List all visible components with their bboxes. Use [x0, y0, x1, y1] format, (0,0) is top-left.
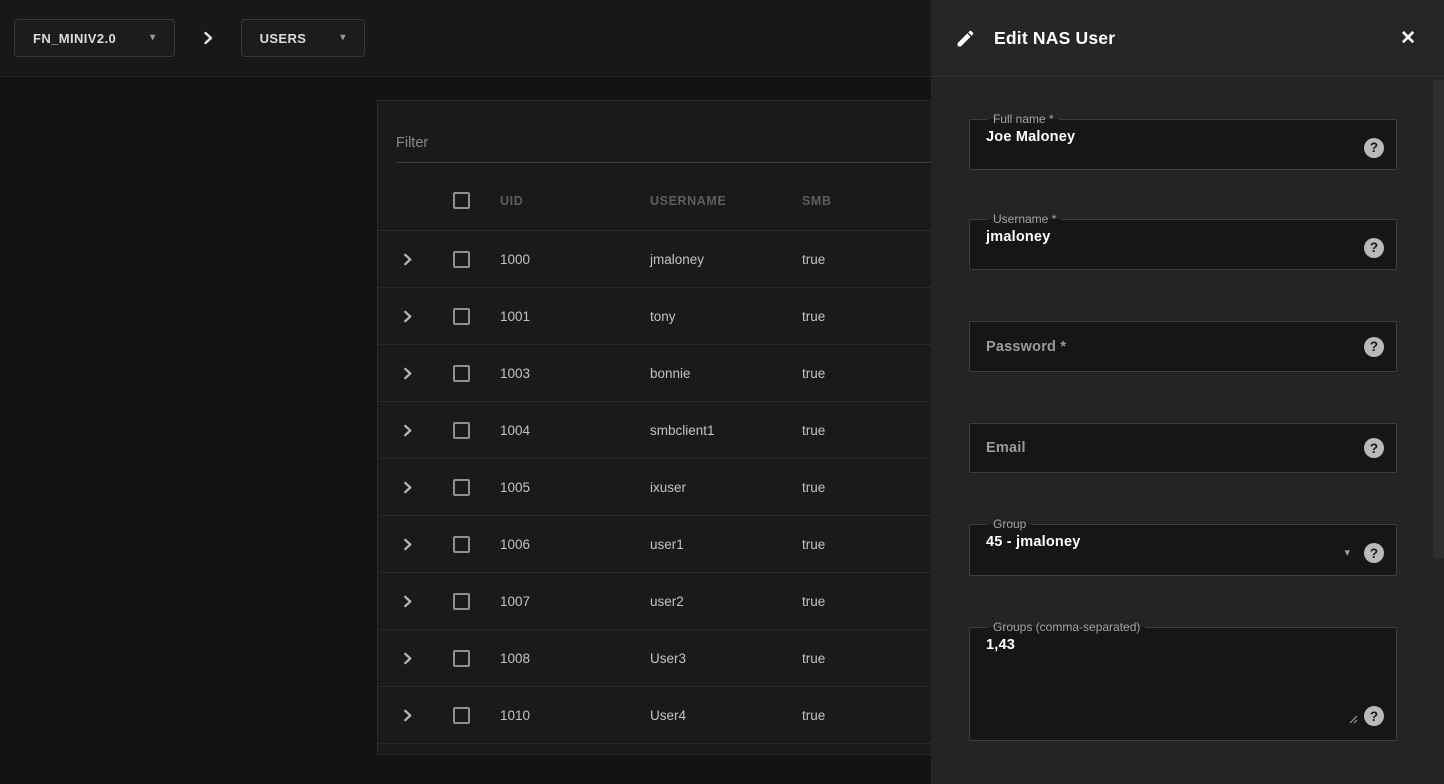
column-header-uid[interactable]: UID: [486, 194, 650, 208]
panel-header: Edit NAS User ✕: [931, 0, 1444, 77]
cell-uid: 1006: [486, 537, 650, 552]
select-all-checkbox[interactable]: [436, 192, 486, 209]
row-checkbox[interactable]: [453, 707, 470, 724]
chevron-down-icon: ▾: [340, 33, 345, 43]
cell-uid: 1000: [486, 252, 650, 267]
system-select-label: FN_MINIV2.0: [33, 31, 116, 46]
help-icon[interactable]: ?: [1364, 337, 1384, 357]
expand-row-button[interactable]: [378, 709, 436, 722]
column-header-username[interactable]: USERNAME: [650, 194, 802, 208]
cell-username: user1: [650, 537, 802, 552]
help-icon[interactable]: ?: [1364, 438, 1384, 458]
username-field[interactable]: Username * jmaloney ?: [969, 212, 1397, 270]
row-checkbox[interactable]: [453, 308, 470, 325]
password-label: Password *: [984, 339, 1066, 355]
row-checkbox[interactable]: [453, 593, 470, 610]
expand-row-button[interactable]: [378, 367, 436, 380]
edit-pencil-icon: [955, 28, 976, 49]
expand-row-button[interactable]: [378, 253, 436, 266]
cell-uid: 1008: [486, 651, 650, 666]
section-select-label: USERS: [260, 31, 307, 46]
chevron-down-icon: ▾: [150, 33, 155, 43]
panel-title: Edit NAS User: [994, 28, 1115, 49]
expand-row-button[interactable]: [378, 481, 436, 494]
cell-username: User3: [650, 651, 802, 666]
cell-username: user2: [650, 594, 802, 609]
cell-uid: 1005: [486, 480, 650, 495]
cell-uid: 1010: [486, 708, 650, 723]
expand-row-button[interactable]: [378, 652, 436, 665]
cell-username: User4: [650, 708, 802, 723]
cell-uid: 1007: [486, 594, 650, 609]
resize-handle-icon[interactable]: [1347, 713, 1358, 724]
expand-row-button[interactable]: [378, 538, 436, 551]
password-field[interactable]: Password * ?: [969, 321, 1397, 372]
cell-username: tony: [650, 309, 802, 324]
cell-username: jmaloney: [650, 252, 802, 267]
email-label: Email: [984, 440, 1026, 456]
groups-label: Groups (comma-separated): [988, 620, 1145, 634]
cell-username: ixuser: [650, 480, 802, 495]
full-name-value: Joe Maloney: [984, 126, 1382, 145]
row-checkbox[interactable]: [453, 650, 470, 667]
checkbox-icon: [453, 192, 470, 209]
cell-uid: 1004: [486, 423, 650, 438]
breadcrumb-separator-icon: [201, 31, 215, 45]
username-label: Username *: [988, 212, 1061, 226]
cell-username: smbclient1: [650, 423, 802, 438]
cell-username: bonnie: [650, 366, 802, 381]
help-icon[interactable]: ?: [1364, 543, 1384, 563]
row-checkbox[interactable]: [453, 422, 470, 439]
row-checkbox[interactable]: [453, 536, 470, 553]
group-value: 45 - jmaloney: [984, 531, 1382, 550]
close-icon[interactable]: ✕: [1396, 25, 1420, 52]
system-select-button[interactable]: FN_MINIV2.0 ▾: [14, 19, 175, 57]
expand-row-button[interactable]: [378, 595, 436, 608]
full-name-label: Full name *: [988, 112, 1059, 126]
row-checkbox[interactable]: [453, 251, 470, 268]
expand-row-button[interactable]: [378, 424, 436, 437]
username-value: jmaloney: [984, 226, 1382, 245]
expand-row-button[interactable]: [378, 310, 436, 323]
email-field[interactable]: Email ?: [969, 423, 1397, 473]
cell-uid: 1001: [486, 309, 650, 324]
row-checkbox[interactable]: [453, 479, 470, 496]
groups-value: 1,43: [984, 634, 1382, 653]
group-label: Group: [988, 517, 1031, 531]
row-checkbox[interactable]: [453, 365, 470, 382]
help-icon[interactable]: ?: [1364, 706, 1384, 726]
section-select-button[interactable]: USERS ▾: [241, 19, 365, 57]
group-select[interactable]: Group 45 - jmaloney ▾ ?: [969, 517, 1397, 576]
edit-nas-user-panel: Edit NAS User ✕ Full name * Joe Maloney …: [931, 0, 1444, 784]
groups-textarea[interactable]: Groups (comma-separated) 1,43 ?: [969, 620, 1397, 741]
panel-scrollbar-thumb[interactable]: [1433, 80, 1444, 558]
help-icon[interactable]: ?: [1364, 138, 1384, 158]
help-icon[interactable]: ?: [1364, 238, 1384, 258]
chevron-down-icon: ▾: [1344, 548, 1350, 559]
cell-uid: 1003: [486, 366, 650, 381]
full-name-field[interactable]: Full name * Joe Maloney ?: [969, 112, 1397, 170]
